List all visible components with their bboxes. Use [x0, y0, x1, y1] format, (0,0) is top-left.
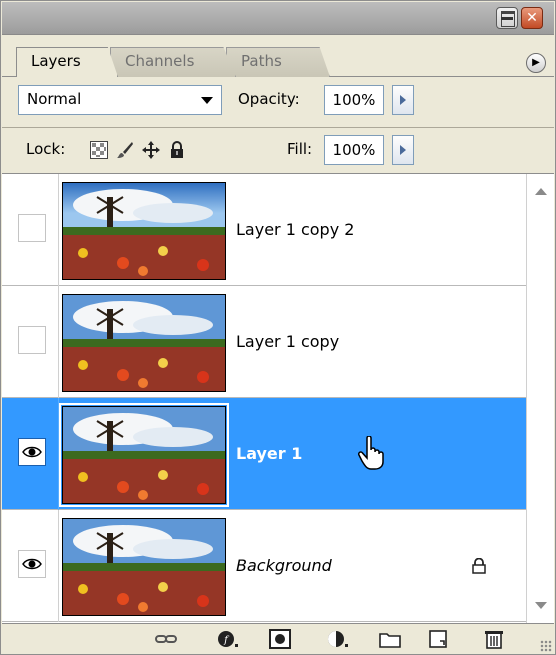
new-layer-icon[interactable]: [426, 628, 450, 650]
blend-mode-select[interactable]: Normal: [18, 85, 222, 115]
layer-row[interactable]: Layer 1 copy 2: [2, 174, 526, 286]
blend-mode-value: Normal: [27, 90, 82, 108]
close-button[interactable]: [521, 7, 543, 29]
layer-mask-icon[interactable]: [268, 628, 292, 650]
layer-list: Layer 1 copy 2 Layer 1 copy Layer 1 Back…: [2, 173, 554, 624]
layer-style-icon[interactable]: f: [216, 628, 240, 650]
minimize-button[interactable]: [496, 7, 518, 29]
move-icon[interactable]: [142, 141, 160, 159]
lock-label: Lock:: [26, 140, 66, 158]
new-group-icon[interactable]: [378, 628, 402, 650]
visibility-toggle[interactable]: [18, 326, 46, 354]
layer-thumbnail: [59, 403, 229, 507]
layer-name: Layer 1: [236, 444, 303, 463]
layer-name: Background: [236, 556, 332, 575]
layer-row[interactable]: Background: [2, 510, 526, 622]
blend-row: Normal Opacity: 100%: [2, 77, 554, 127]
fill-label: Fill:: [287, 140, 313, 158]
hand-cursor-icon: [358, 436, 384, 470]
lock-row: Lock: Fill: 100%: [2, 127, 554, 173]
divider: [58, 510, 59, 622]
divider: [58, 286, 59, 398]
scroll-up-icon[interactable]: [535, 188, 547, 195]
tab-paths[interactable]: Paths: [226, 47, 330, 77]
panel-footer: f: [2, 623, 554, 654]
visibility-toggle[interactable]: [18, 550, 46, 578]
lock-icon: [472, 558, 486, 574]
layer-thumbnail: [62, 294, 226, 392]
tab-row: Paths Channels Layers ▶: [2, 35, 554, 77]
chevron-down-icon: [201, 97, 213, 104]
layer-row-selected[interactable]: Layer 1: [2, 398, 526, 510]
eye-icon: [22, 446, 42, 458]
opacity-label: Opacity:: [238, 90, 300, 108]
layer-thumbnail: [62, 518, 226, 616]
panel-menu-button[interactable]: ▶: [526, 53, 546, 73]
adjustment-layer-icon[interactable]: [326, 628, 350, 650]
tab-channels[interactable]: Channels: [110, 47, 236, 77]
resize-grip[interactable]: [540, 640, 552, 652]
layer-name: Layer 1 copy 2: [236, 220, 355, 239]
fill-field[interactable]: 100%: [324, 135, 384, 165]
scroll-down-icon[interactable]: [535, 602, 547, 609]
layer-row[interactable]: Layer 1 copy: [2, 286, 526, 398]
brush-icon[interactable]: [116, 141, 134, 159]
opacity-field[interactable]: 100%: [324, 85, 384, 115]
layers-panel: Paths Channels Layers ▶ Normal Opacity: …: [0, 0, 556, 655]
layer-name: Layer 1 copy: [236, 332, 340, 351]
eye-icon: [22, 558, 42, 570]
tab-layers[interactable]: Layers: [16, 47, 118, 77]
lock-icon[interactable]: [168, 141, 186, 159]
scrollbar[interactable]: [526, 174, 554, 624]
opacity-slider-button[interactable]: [392, 85, 414, 115]
divider: [58, 398, 59, 510]
layer-thumbnail: [62, 182, 226, 280]
link-layers-icon[interactable]: [154, 628, 178, 650]
visibility-toggle[interactable]: [18, 438, 46, 466]
checker-icon[interactable]: [90, 141, 108, 159]
divider: [58, 174, 59, 286]
fill-slider-button[interactable]: [392, 135, 414, 165]
trash-icon[interactable]: [482, 628, 506, 650]
visibility-toggle[interactable]: [18, 214, 46, 242]
panel-titlebar: [2, 2, 554, 35]
